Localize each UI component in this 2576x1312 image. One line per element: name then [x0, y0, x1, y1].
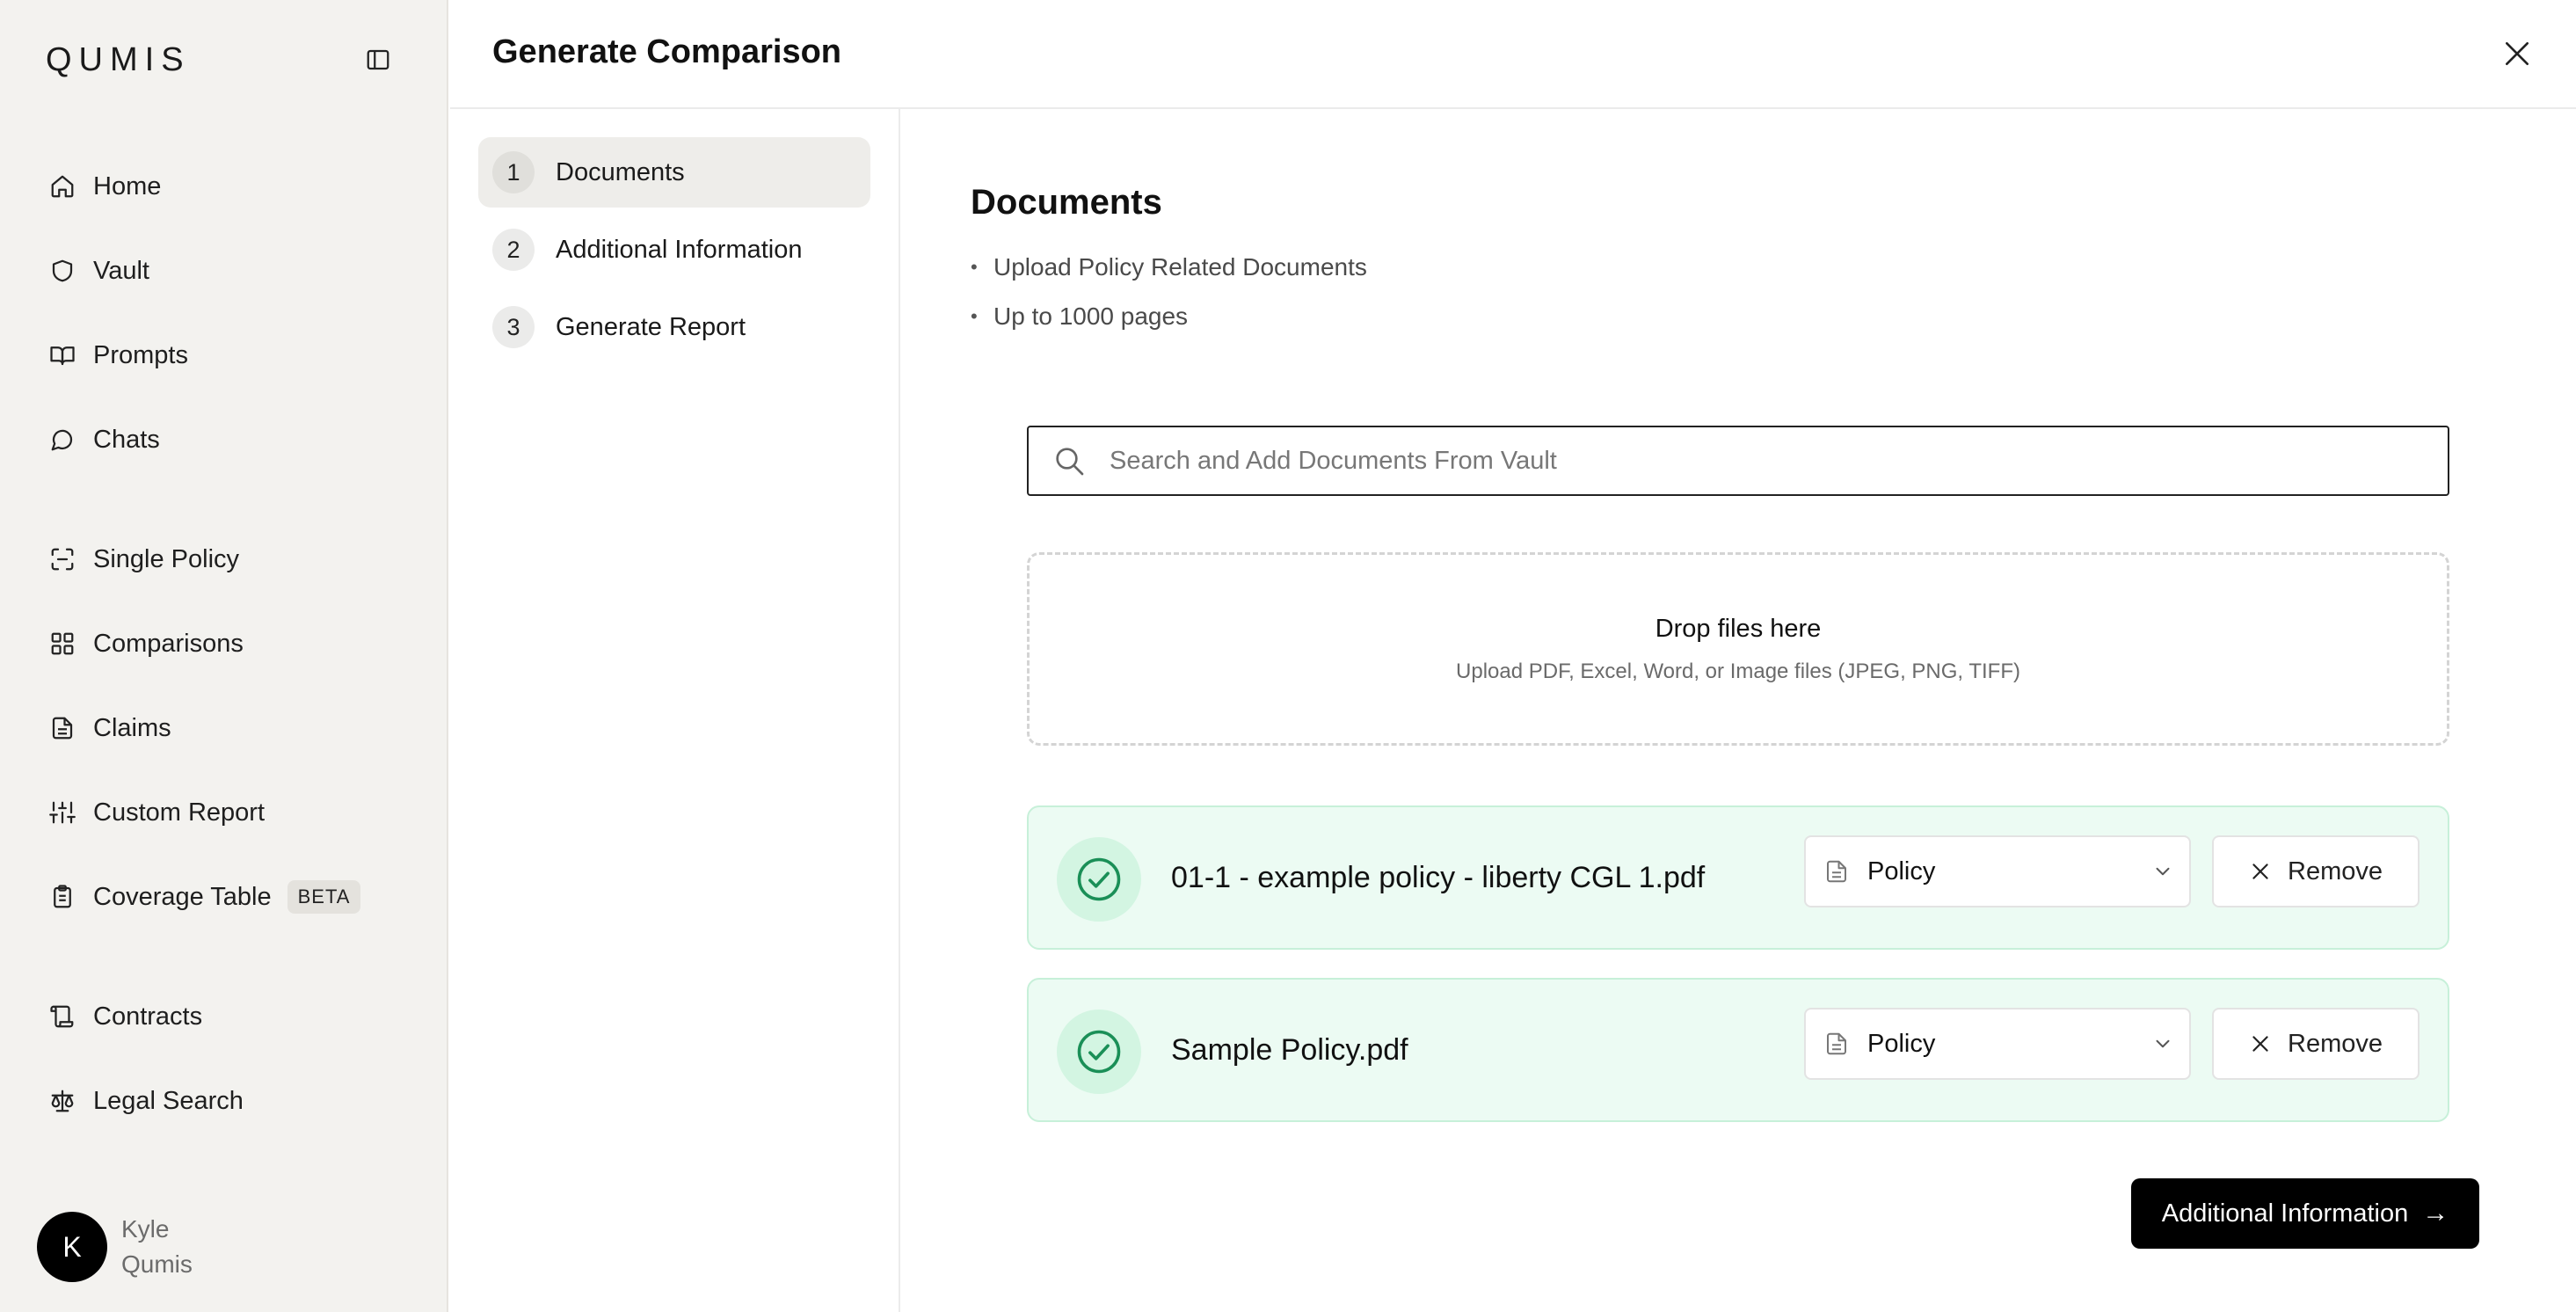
next-step-label: Additional Information	[2161, 1199, 2409, 1228]
home-icon	[35, 173, 93, 200]
sidebar-item-home[interactable]: Home	[35, 158, 413, 215]
document-type-select[interactable]: Policy	[1804, 835, 2191, 907]
documents-panel: Documents • Upload Policy Related Documen…	[900, 109, 2576, 1312]
shield-icon	[35, 258, 93, 284]
step-documents[interactable]: 1 Documents	[478, 137, 870, 208]
sidebar-item-chats[interactable]: Chats	[35, 412, 413, 468]
user-profile[interactable]: K Kyle Qumis	[37, 1212, 193, 1282]
chevron-down-icon	[2136, 1032, 2189, 1055]
sidebar-toggle-icon[interactable]	[359, 42, 397, 77]
sidebar-item-prompts[interactable]: Prompts	[35, 327, 413, 383]
beta-badge: BETA	[287, 880, 361, 914]
sidebar-item-label: Vault	[93, 256, 149, 285]
sidebar-item-single-policy[interactable]: Single Policy	[35, 531, 413, 587]
clipboard-icon	[35, 884, 93, 910]
check-circle-icon	[1057, 837, 1141, 922]
close-icon	[2249, 1032, 2272, 1055]
file-name: 01-1 - example policy - liberty CGL 1.pd…	[1171, 860, 1706, 894]
selected-type: Policy	[1867, 856, 1936, 886]
sidebar-item-label: Comparisons	[93, 629, 244, 658]
section-title: Documents	[971, 183, 1162, 222]
list-item: • Upload Policy Related Documents	[971, 253, 1367, 281]
remove-button[interactable]: Remove	[2212, 1008, 2420, 1080]
sidebar-item-comparisons[interactable]: Comparisons	[35, 616, 413, 672]
sidebar-item-label: Custom Report	[93, 798, 266, 827]
close-icon	[2249, 860, 2272, 883]
sidebar-item-vault[interactable]: Vault	[35, 243, 413, 299]
chat-icon	[35, 426, 93, 453]
search-input[interactable]	[1110, 446, 2448, 476]
step-label: Generate Report	[556, 312, 746, 341]
file-dropzone[interactable]: Drop files here Upload PDF, Excel, Word,…	[1027, 552, 2449, 746]
wizard-steps: 1 Documents 2 Additional Information 3 G…	[450, 109, 900, 1312]
step-label: Documents	[556, 157, 685, 186]
step-label: Additional Information	[556, 235, 803, 264]
book-icon	[35, 342, 93, 368]
sidebar-item-coverage-table[interactable]: Coverage Table BETA	[35, 869, 413, 925]
bullet-text: Up to 1000 pages	[993, 302, 1189, 330]
close-icon[interactable]	[2495, 32, 2539, 76]
sidebar-item-label: Legal Search	[93, 1086, 244, 1115]
step-number: 1	[492, 151, 535, 193]
sidebar-item-legal-search[interactable]: Legal Search	[35, 1073, 413, 1129]
scroll-icon	[35, 1003, 93, 1030]
step-number: 2	[492, 229, 535, 271]
remove-label: Remove	[2288, 856, 2383, 886]
next-step-button[interactable]: Additional Information →	[2131, 1178, 2479, 1249]
vault-search[interactable]	[1027, 426, 2449, 496]
step-generate-report[interactable]: 3 Generate Report	[478, 292, 870, 362]
sidebar-item-contracts[interactable]: Contracts	[35, 988, 413, 1045]
scan-icon	[35, 546, 93, 572]
search-icon	[1029, 443, 1110, 478]
step-number: 3	[492, 306, 535, 348]
sidebar-item-custom-report[interactable]: Custom Report	[35, 784, 413, 841]
user-last-name: Qumis	[121, 1250, 193, 1278]
step-additional-information[interactable]: 2 Additional Information	[478, 215, 870, 285]
sidebar-item-label: Home	[93, 171, 162, 200]
file-icon	[1806, 1031, 1867, 1057]
grid-icon	[35, 630, 93, 657]
file-card: Sample Policy.pdf Policy Remove	[1027, 978, 2449, 1122]
remove-button[interactable]: Remove	[2212, 835, 2420, 907]
chevron-down-icon	[2136, 860, 2189, 883]
sidebar-item-label: Chats	[93, 425, 160, 454]
dropzone-title: Drop files here	[1655, 614, 1822, 643]
sidebar-item-claims[interactable]: Claims	[35, 700, 413, 756]
remove-label: Remove	[2288, 1029, 2383, 1058]
user-name: Kyle Qumis	[121, 1212, 193, 1282]
bullet-text: Upload Policy Related Documents	[993, 253, 1367, 281]
user-first-name: Kyle	[121, 1215, 170, 1243]
sidebar-item-label: Claims	[93, 713, 171, 742]
check-circle-icon	[1057, 1010, 1141, 1094]
page-title: Generate Comparison	[492, 33, 841, 70]
file-icon	[1806, 858, 1867, 885]
app-logo[interactable]: QUMIS	[46, 40, 191, 79]
avatar: K	[37, 1212, 107, 1282]
sidebar-item-label: Single Policy	[93, 544, 240, 573]
sliders-icon	[35, 799, 93, 826]
requirements-list: • Upload Policy Related Documents • Up to …	[971, 243, 1367, 341]
document-icon	[35, 715, 93, 741]
sidebar: QUMIS Home Vault Prompts Chats Single Po…	[0, 0, 448, 1312]
sidebar-item-label: Prompts	[93, 340, 188, 369]
list-item: • Up to 1000 pages	[971, 302, 1189, 330]
scale-icon	[35, 1088, 93, 1114]
document-type-select[interactable]: Policy	[1804, 1008, 2191, 1080]
sidebar-item-label: Contracts	[93, 1002, 203, 1031]
sidebar-item-label: Coverage Table	[93, 882, 272, 911]
dropzone-subtitle: Upload PDF, Excel, Word, or Image files …	[1456, 659, 2020, 683]
selected-type: Policy	[1867, 1029, 1936, 1058]
file-card: 01-1 - example policy - liberty CGL 1.pd…	[1027, 805, 2449, 950]
file-name: Sample Policy.pdf	[1171, 1032, 1408, 1067]
arrow-right-icon: →	[2422, 1199, 2449, 1228]
header: Generate Comparison	[450, 0, 2576, 109]
